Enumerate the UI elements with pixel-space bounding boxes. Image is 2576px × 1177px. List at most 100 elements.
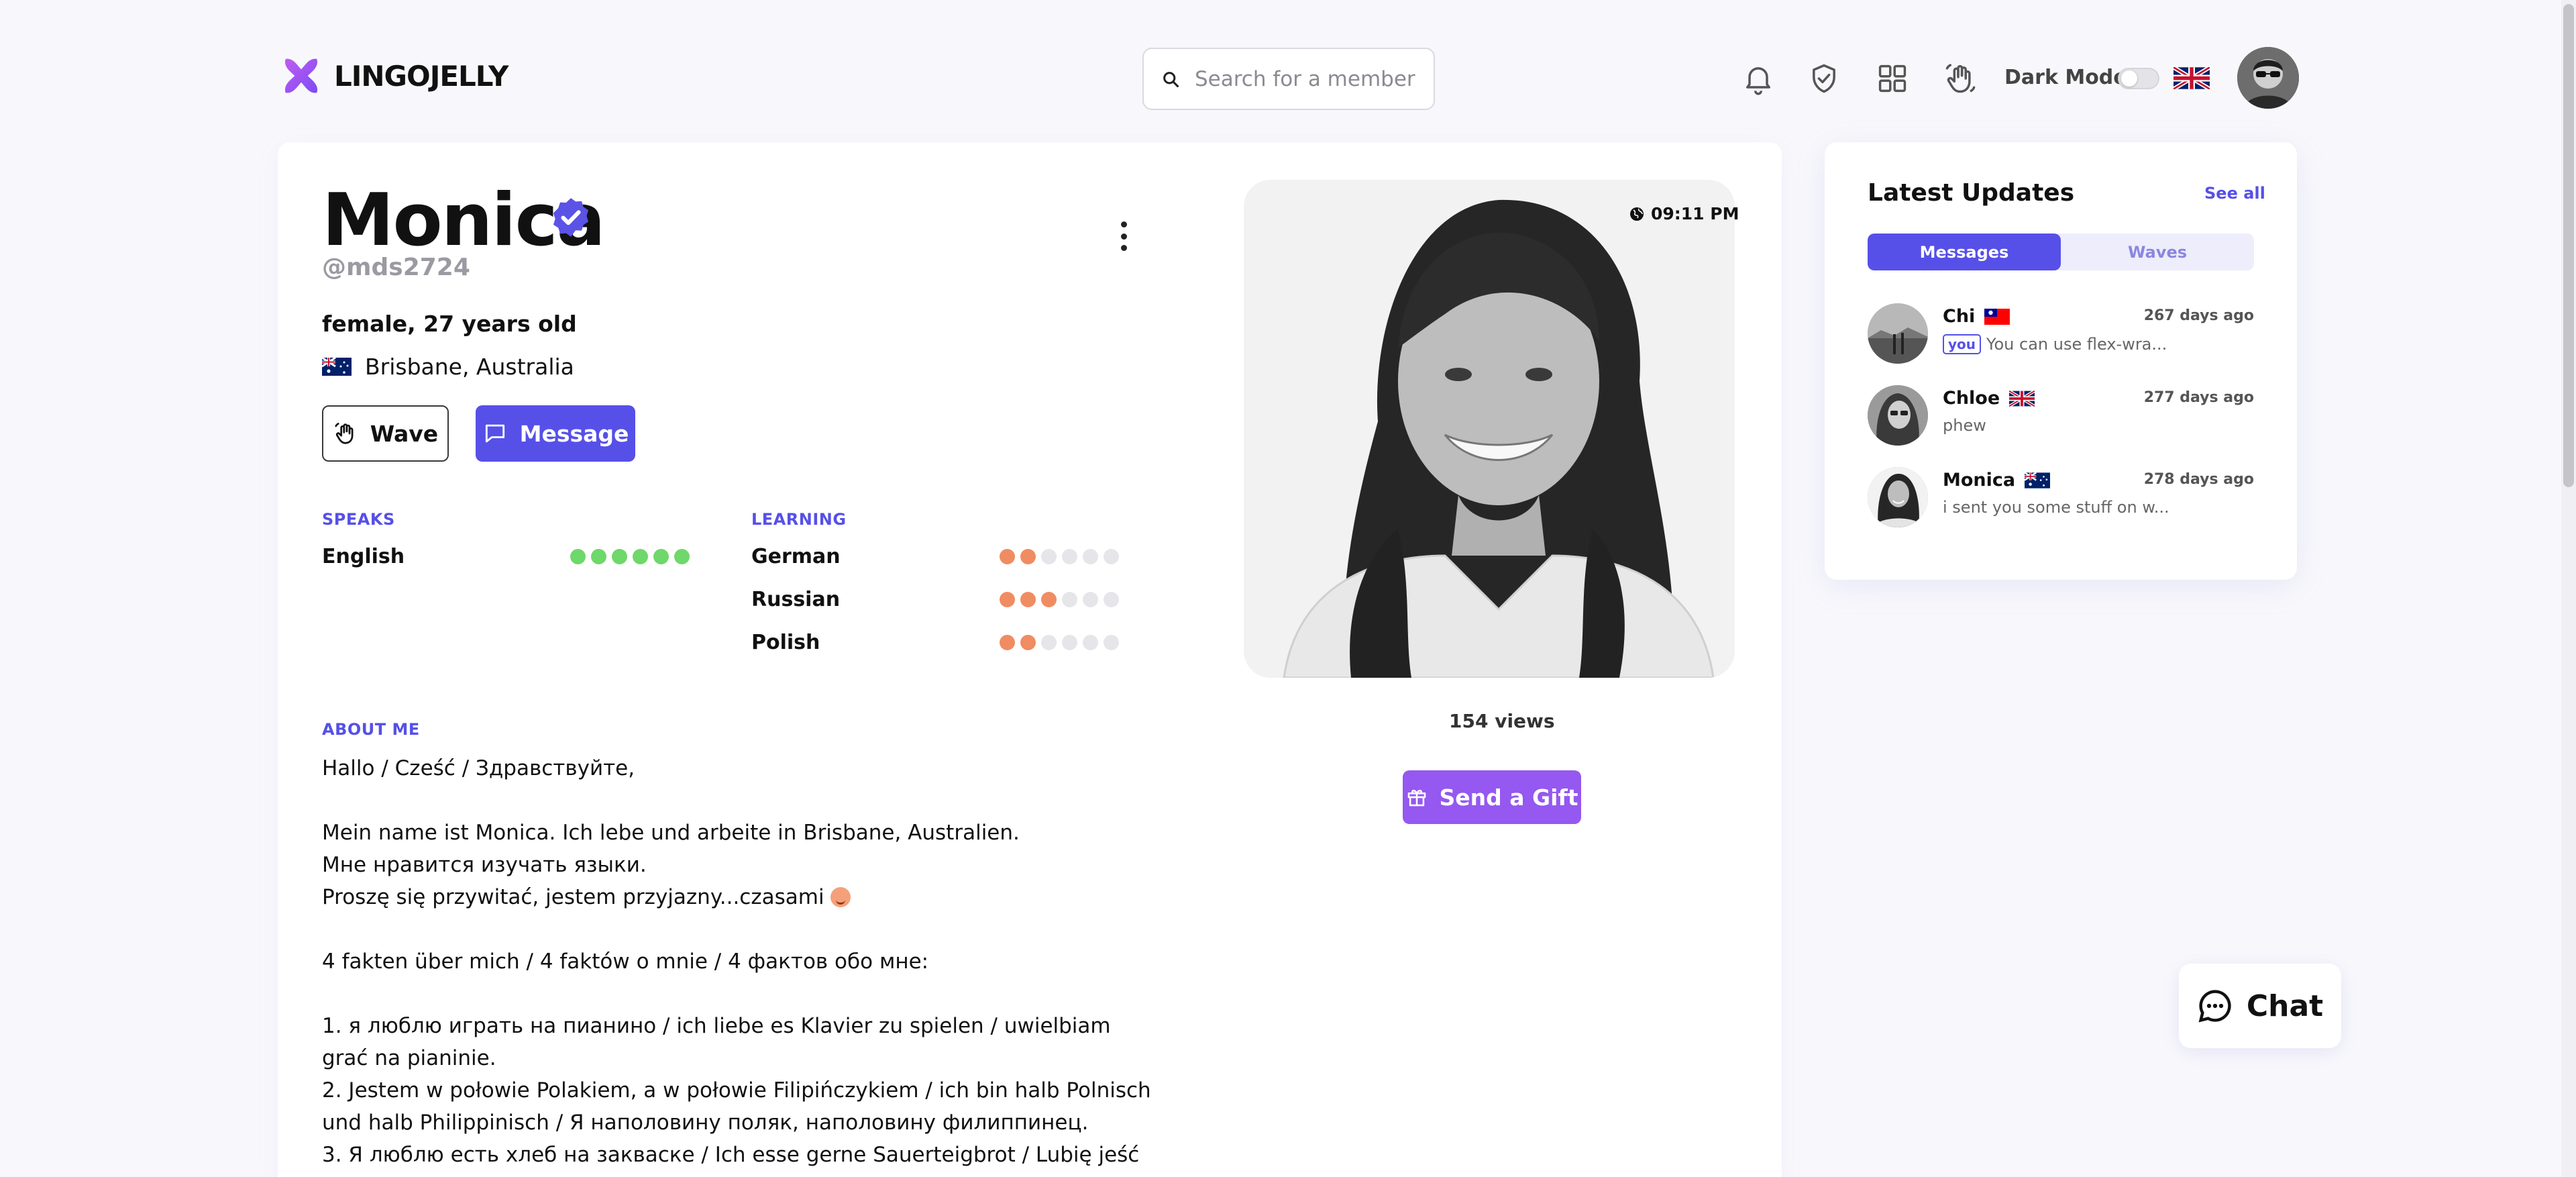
proficiency-dots xyxy=(1000,592,1119,607)
update-item[interactable]: Monica 278 days ago i sent you some stuf… xyxy=(1868,467,2254,531)
about-line: Мне нравится изучать языки. xyxy=(322,853,647,877)
proficiency-dot xyxy=(1104,592,1119,607)
message-label: Message xyxy=(519,420,629,447)
safety-button[interactable] xyxy=(1805,59,1843,98)
about-line: Hallo / Cześć / Здравствуйте, xyxy=(322,756,635,780)
kebab-dot xyxy=(1120,245,1127,251)
proficiency-dot xyxy=(1020,635,1036,650)
language-name: Russian xyxy=(751,588,841,611)
wave-button[interactable]: Wave xyxy=(322,405,449,462)
conversation-time: 277 days ago xyxy=(2143,389,2254,406)
proficiency-dots xyxy=(1000,635,1119,650)
location-text: Brisbane, Australia xyxy=(365,354,574,380)
about-line: 4 fakten über mich / 4 faktów o mnie / 4… xyxy=(322,950,929,974)
conversation-avatar xyxy=(1868,303,1928,364)
view-count: 154 views xyxy=(1449,710,1555,732)
notifications-button[interactable] xyxy=(1739,59,1778,98)
conversation-preview: you You can use flex-wra... xyxy=(1943,334,2167,354)
proficiency-dot xyxy=(1062,635,1077,650)
proficiency-dot xyxy=(1020,549,1036,564)
top-header: LINGOJELLY Dark Mode xyxy=(0,0,2576,141)
about-line xyxy=(322,978,1154,1010)
proficiency-dot xyxy=(570,549,586,564)
local-time: 09:11 PM xyxy=(1629,204,1739,223)
wave-hand-icon xyxy=(1945,64,1976,93)
conversation-name-text: Chi xyxy=(1943,306,1976,327)
you-badge: you xyxy=(1943,334,1982,354)
learning-heading: LEARNING xyxy=(751,510,847,529)
update-item[interactable]: Chi 267 days ago you You can use flex-wr… xyxy=(1868,303,2254,368)
update-item[interactable]: Chloe 277 days ago phew xyxy=(1868,385,2254,450)
more-options-button[interactable] xyxy=(1114,221,1134,251)
local-time-text: 09:11 PM xyxy=(1651,204,1739,223)
proficiency-dot xyxy=(653,549,669,564)
about-text: Hallo / Cześć / Здравствуйте, Mein name … xyxy=(322,752,1154,1177)
about-heading: ABOUT ME xyxy=(322,720,420,739)
kebab-dot xyxy=(1120,221,1127,227)
language-name: English xyxy=(322,545,405,568)
about-line: 3. Я люблю есть хлеб на закваске / Ich e… xyxy=(322,1143,1140,1177)
updates-tabs: Messages Waves xyxy=(1868,234,2254,270)
about-line: 1. я люблю играть на пианино / ich liebe… xyxy=(322,1014,1118,1070)
smiling-face-icon xyxy=(830,887,851,907)
proficiency-dot xyxy=(1083,549,1098,564)
language-name: Polish xyxy=(751,631,820,654)
tab-waves[interactable]: Waves xyxy=(2061,234,2254,270)
wave-label: Wave xyxy=(370,420,439,447)
taiwan-flag-icon xyxy=(1984,308,2010,325)
profile-username: @mds2724 xyxy=(322,254,470,281)
send-gift-button[interactable]: Send a Gift xyxy=(1403,770,1581,824)
tab-messages[interactable]: Messages xyxy=(1868,234,2061,270)
proficiency-dot xyxy=(1041,549,1057,564)
chat-button[interactable]: Chat xyxy=(2179,964,2341,1048)
grid-icon xyxy=(1878,64,1907,93)
latest-updates-title: Latest Updates xyxy=(1868,179,2075,207)
conversation-avatar xyxy=(1868,467,1928,527)
scrollbar-thumb[interactable] xyxy=(2563,4,2574,487)
conversation-preview: i sent you some stuff on w... xyxy=(1943,498,2169,517)
waves-button[interactable] xyxy=(1941,59,1980,98)
proficiency-dot xyxy=(633,549,648,564)
about-line: Proszę się przywitać, jestem przyjazny..… xyxy=(322,881,1154,913)
conversation-time: 267 days ago xyxy=(2143,307,2254,324)
proficiency-dot xyxy=(1000,635,1015,650)
avatar-photo-icon xyxy=(1868,467,1928,527)
search-input[interactable] xyxy=(1195,66,1423,91)
brand-logo[interactable]: LINGOJELLY xyxy=(280,55,508,97)
proficiency-dot xyxy=(1062,592,1077,607)
profile-location: Brisbane, Australia xyxy=(322,354,574,380)
apps-button[interactable] xyxy=(1873,59,1912,98)
brand-name: LINGOJELLY xyxy=(334,59,508,93)
conversation-name: Chi xyxy=(1943,306,2010,327)
conversation-preview-text: phew xyxy=(1943,416,1986,435)
conversation-preview-text: You can use flex-wra... xyxy=(1986,335,2167,354)
uk-flag-icon xyxy=(2009,390,2035,407)
conversation-name: Chloe xyxy=(1943,388,2035,409)
about-line xyxy=(322,784,1154,817)
proficiency-dots xyxy=(570,549,690,564)
kebab-dot xyxy=(1120,233,1127,240)
proficiency-dot xyxy=(1041,635,1057,650)
dark-mode-toggle[interactable] xyxy=(2118,68,2159,89)
proficiency-dot xyxy=(1000,592,1015,607)
bell-icon xyxy=(1746,67,1770,95)
uk-flag-icon[interactable] xyxy=(2174,67,2210,89)
avatar-photo-icon xyxy=(1868,385,1928,446)
toggle-knob xyxy=(2121,70,2137,87)
australia-flag-icon xyxy=(2025,472,2051,489)
proficiency-dot xyxy=(1020,592,1036,607)
proficiency-dot xyxy=(1104,549,1119,564)
proficiency-dot xyxy=(674,549,690,564)
member-search[interactable] xyxy=(1142,48,1435,110)
dark-mode-label: Dark Mode xyxy=(2004,66,2127,89)
wave-hand-icon xyxy=(335,423,354,444)
jelly-logo-icon xyxy=(284,58,318,93)
my-avatar[interactable] xyxy=(2237,47,2299,109)
message-button[interactable]: Message xyxy=(476,405,635,462)
user-photo-icon xyxy=(2237,47,2299,109)
gender-age: female, 27 years old xyxy=(322,311,577,337)
conversation-time: 278 days ago xyxy=(2143,471,2254,488)
see-all-link[interactable]: See all xyxy=(2204,184,2265,203)
proficiency-dot xyxy=(1041,592,1057,607)
profile-photo[interactable] xyxy=(1244,180,1735,678)
